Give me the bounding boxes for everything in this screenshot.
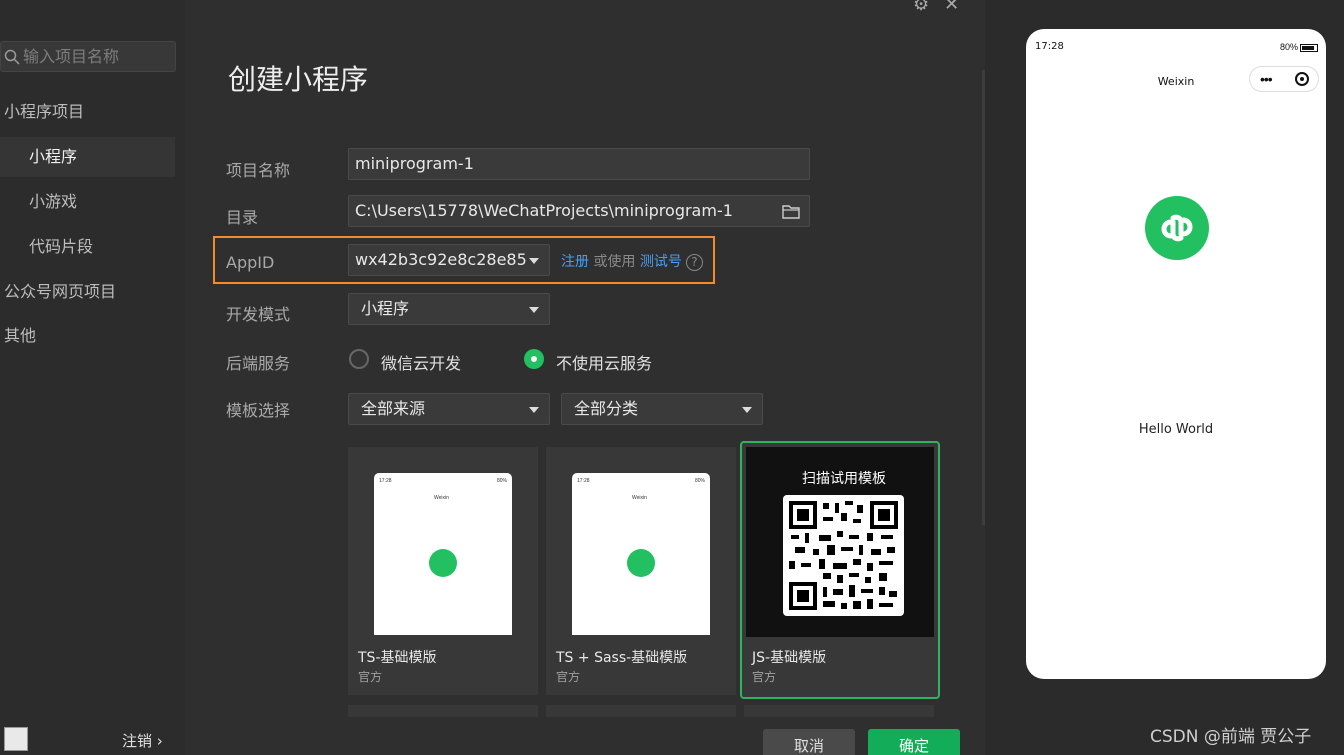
template-sub: 官方: [556, 670, 581, 684]
app-window: 小程序项目 小程序 小游戏 代码片段 公众号网页项目 其他 注销 › ⚙ ✕ 创…: [0, 0, 1344, 755]
gear-icon[interactable]: ⚙: [913, 0, 929, 14]
miniprogram-logo-icon: [429, 549, 457, 577]
dir-label: 目录: [226, 208, 259, 227]
battery-icon: [1300, 43, 1318, 52]
template-card-ts[interactable]: 17:28 80% Weixin TS-基础模版 官方: [348, 447, 538, 695]
battery-text: 80%: [1279, 42, 1298, 52]
mode-label: 开发模式: [226, 305, 291, 324]
page-title: 创建小程序: [228, 63, 369, 96]
template-preview: 17:28 80% Weixin: [374, 473, 512, 635]
radio-no-cloud-label[interactable]: 不使用云服务: [556, 350, 652, 374]
window-controls: ⚙ ✕: [913, 0, 959, 15]
target-close-icon[interactable]: [1295, 72, 1309, 86]
mini-nav-title: Weixin: [434, 495, 449, 501]
template-card-partial: [348, 705, 538, 717]
template-card-js[interactable]: 扫描试用模板 JS-基础模版 官方: [740, 441, 940, 699]
mini-time: 17:28: [379, 478, 392, 484]
miniprogram-logo-icon: [627, 549, 655, 577]
mode-value: 小程序: [361, 299, 410, 318]
radio-cloud-dev-label[interactable]: 微信云开发: [381, 350, 461, 374]
status-battery: 80%: [1280, 42, 1318, 52]
search-icon: [4, 49, 20, 65]
chevron-down-icon: [529, 407, 539, 413]
avatar[interactable]: [4, 727, 28, 751]
logout-button[interactable]: 注销 ›: [122, 730, 163, 751]
cancel-button[interactable]: 取消: [763, 729, 855, 755]
appid-links: 注册 或使用 测试号?: [561, 251, 703, 271]
mini-nav-title: Weixin: [632, 495, 647, 501]
chevron-down-icon: [529, 258, 539, 264]
appid-select[interactable]: wx42b3c92e8c28e85: [348, 244, 550, 276]
mini-battery: 80%: [496, 478, 507, 484]
template-card-ts-sass[interactable]: 17:28 80% Weixin TS + Sass-基础模版 官方: [546, 447, 736, 695]
backend-label: 后端服务: [226, 354, 291, 373]
template-label: 模板选择: [226, 401, 291, 420]
project-name-field[interactable]: miniprogram-1: [348, 148, 810, 180]
sidebar-footer: 注销 ›: [0, 725, 185, 755]
sidebar-item-code-snippet[interactable]: 代码片段: [0, 227, 175, 267]
link-logo-icon: [1161, 214, 1193, 242]
template-card-partial: [546, 705, 736, 717]
template-name: TS-基础模版: [358, 650, 437, 666]
more-dots-icon[interactable]: •••: [1260, 71, 1273, 87]
phone-preview: 17:28 80% Weixin ••• Hello World: [1026, 29, 1326, 679]
radio-cloud-dev[interactable]: [349, 349, 369, 369]
status-time: 17:28: [1035, 41, 1064, 52]
template-sub: 官方: [752, 670, 777, 684]
close-icon[interactable]: ✕: [944, 0, 959, 14]
sidebar: 小程序项目 小程序 小游戏 代码片段 公众号网页项目 其他 注销 ›: [0, 0, 185, 755]
watermark: CSDN @前端 贾公子: [1150, 727, 1312, 747]
register-link[interactable]: 注册: [561, 254, 589, 270]
template-card-partial: [744, 705, 934, 717]
source-value: 全部来源: [361, 399, 426, 418]
create-project-panel: ⚙ ✕ 创建小程序 项目名称 miniprogram-1 目录 C:\Users…: [185, 0, 985, 755]
capsule-menu[interactable]: •••: [1249, 66, 1319, 92]
directory-value: C:\Users\15778\WeChatProjects\miniprogra…: [355, 201, 733, 220]
directory-field[interactable]: C:\Users\15778\WeChatProjects\miniprogra…: [348, 195, 810, 227]
search-input[interactable]: [23, 42, 173, 71]
qr-overlay: 扫描试用模板: [746, 447, 934, 637]
mode-select[interactable]: 小程序: [348, 293, 550, 325]
category-select[interactable]: 全部分类: [561, 393, 763, 425]
or-use-text: 或使用: [589, 254, 640, 270]
template-sub: 官方: [358, 670, 383, 684]
source-select[interactable]: 全部来源: [348, 393, 550, 425]
preview-panel: 17:28 80% Weixin ••• Hello World: [985, 0, 1344, 755]
mini-time: 17:28: [577, 478, 590, 484]
test-account-link[interactable]: 测试号: [640, 254, 682, 270]
template-preview: 17:28 80% Weixin: [572, 473, 710, 635]
search-box[interactable]: [0, 41, 176, 72]
hello-text: Hello World: [1138, 422, 1214, 437]
name-label: 项目名称: [226, 161, 291, 180]
confirm-button[interactable]: 确定: [868, 729, 960, 755]
help-icon[interactable]: ?: [685, 254, 703, 271]
folder-icon[interactable]: [782, 204, 800, 219]
appid-value: wx42b3c92e8c28e85: [355, 250, 527, 269]
sidebar-item-miniprogram[interactable]: 小程序: [0, 137, 175, 177]
qr-code: [783, 495, 904, 616]
sidebar-item-minigame[interactable]: 小游戏: [0, 182, 175, 222]
radio-no-cloud[interactable]: [524, 349, 544, 369]
chevron-down-icon: [529, 307, 539, 313]
mini-battery: 80%: [694, 478, 705, 484]
sidebar-item-other[interactable]: 其他: [0, 316, 175, 356]
appid-label: AppID: [226, 253, 275, 272]
template-name: TS + Sass-基础模版: [556, 650, 688, 666]
category-value: 全部分类: [574, 399, 639, 418]
sidebar-item-official-account[interactable]: 公众号网页项目: [0, 272, 175, 312]
chevron-down-icon: [742, 407, 752, 413]
template-name: JS-基础模版: [752, 650, 827, 666]
qr-title: 扫描试用模板: [802, 471, 886, 487]
miniprogram-logo-icon: [1145, 196, 1209, 260]
qr-code-image: [789, 501, 898, 610]
sidebar-item-miniprogram-projects[interactable]: 小程序项目: [0, 92, 175, 132]
